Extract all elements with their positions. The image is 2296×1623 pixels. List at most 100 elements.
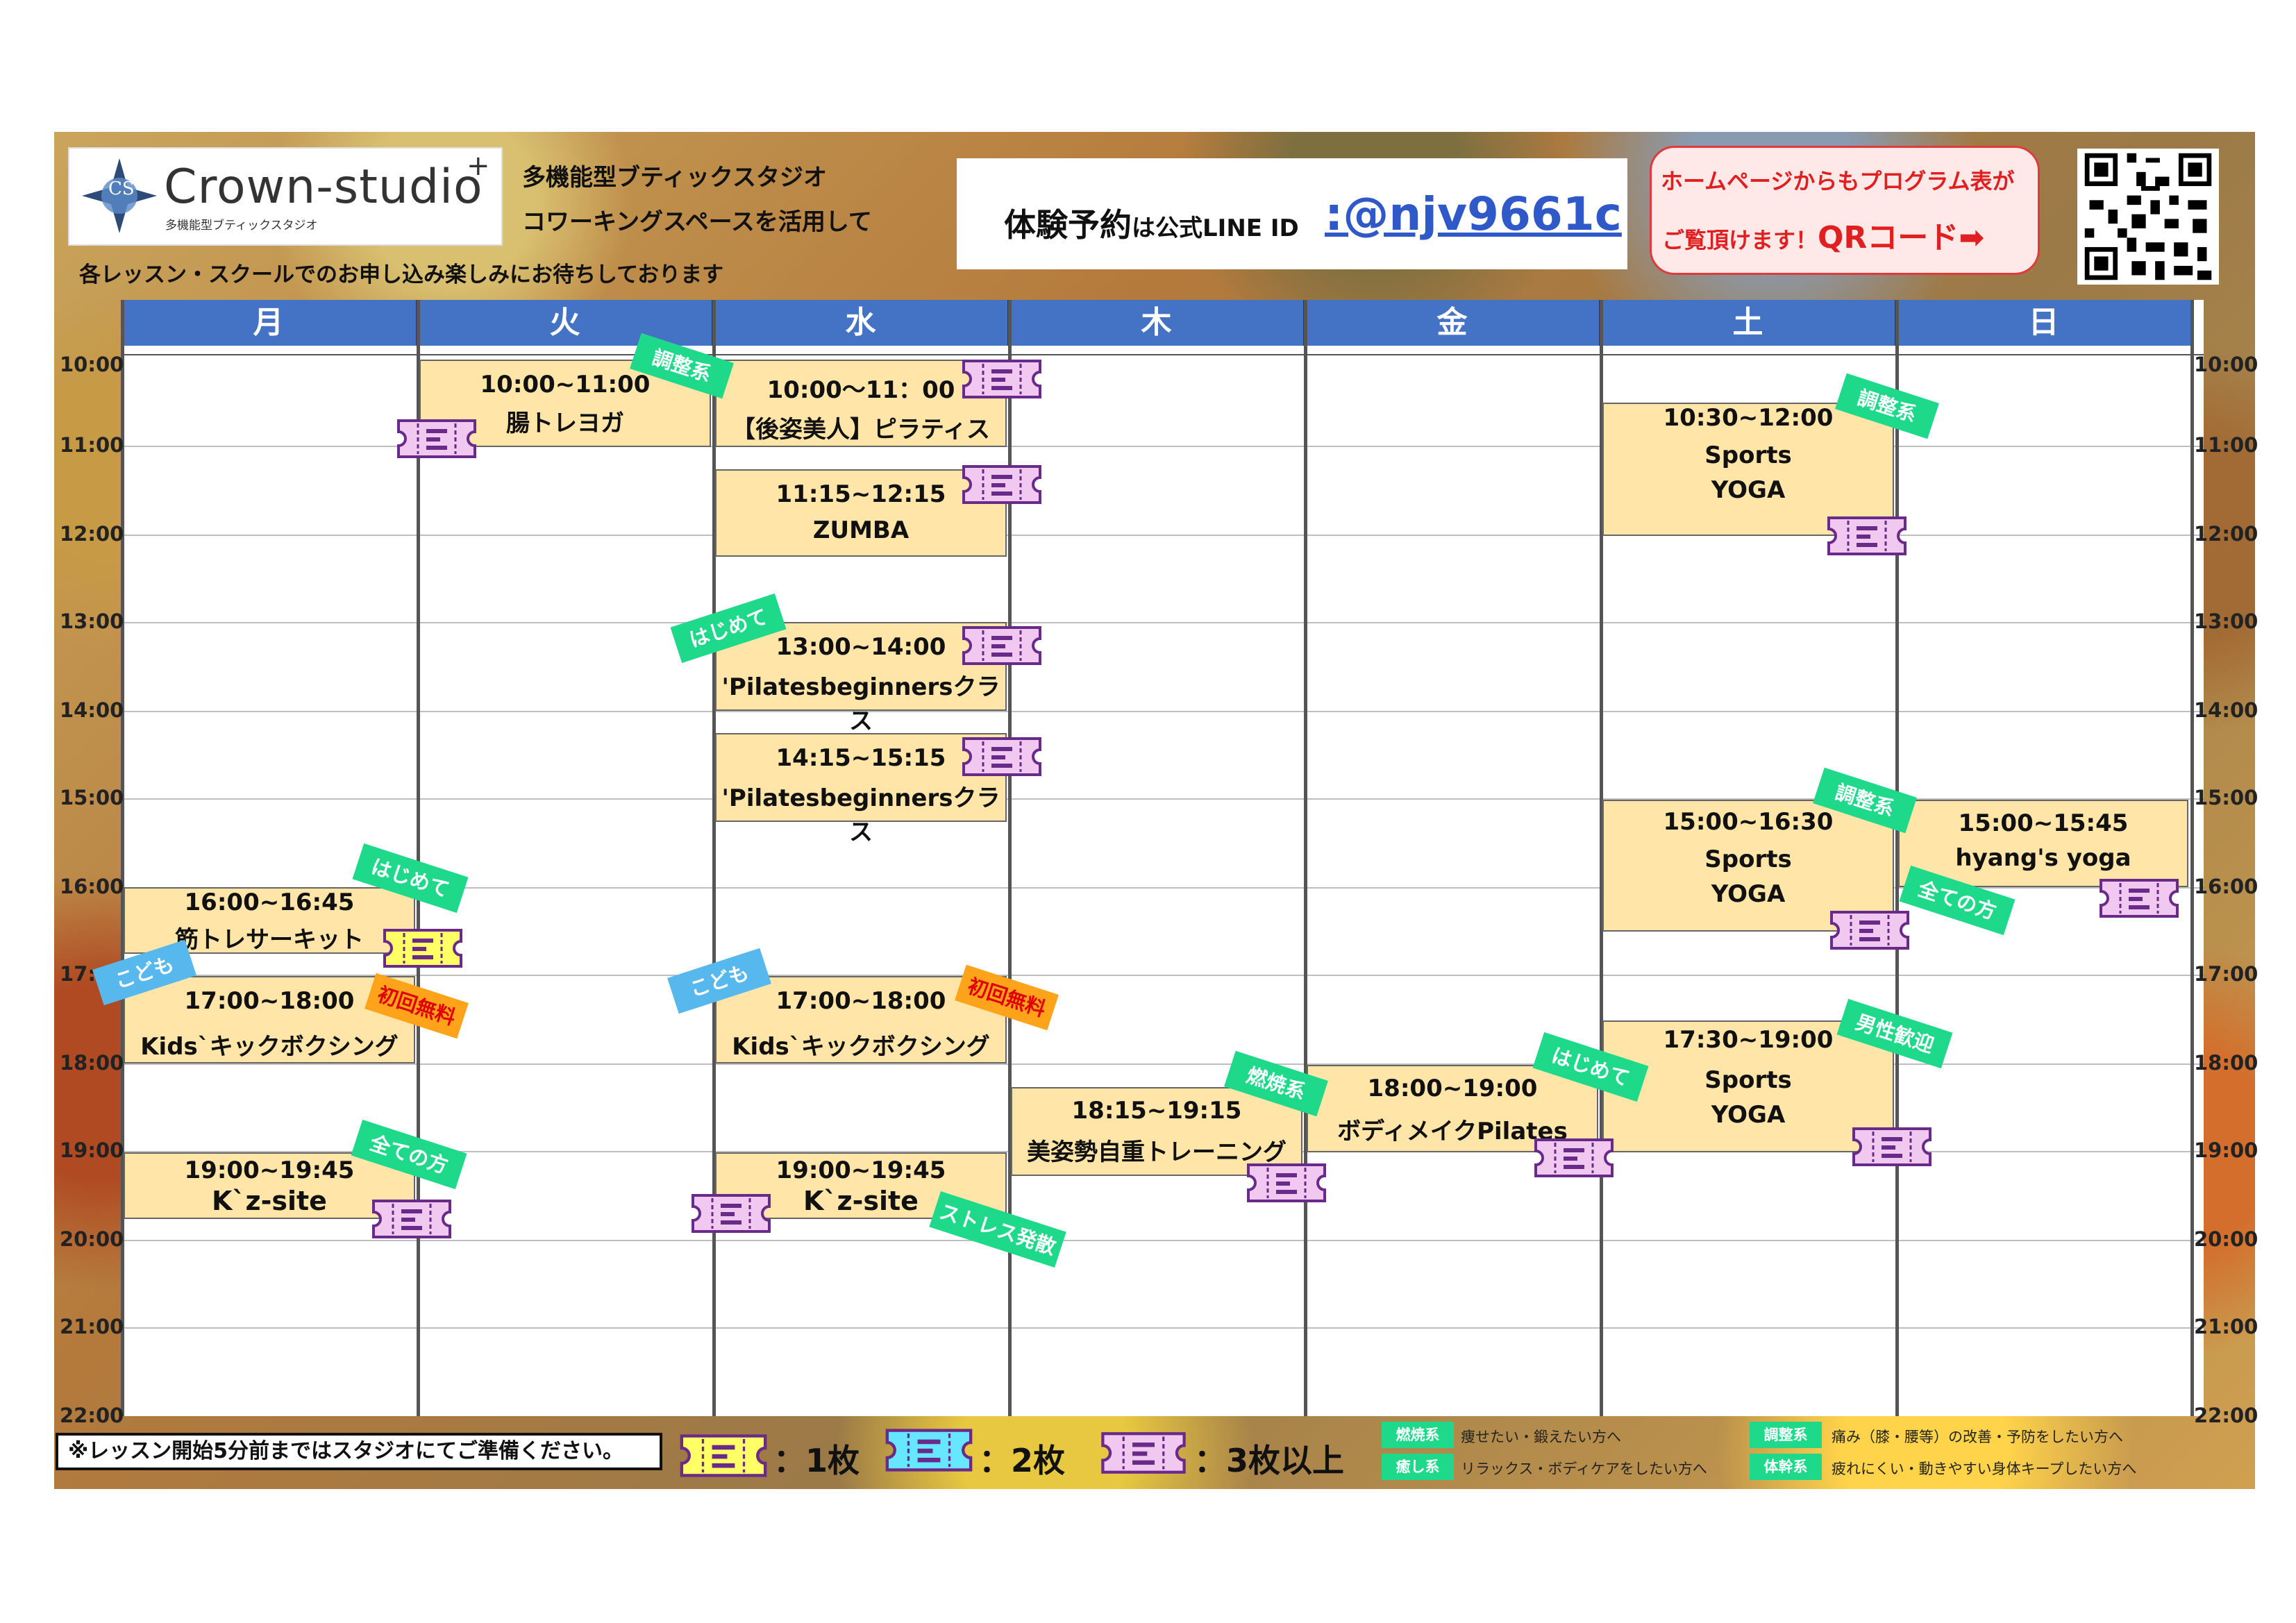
- time-label-left: 22:00: [60, 1404, 124, 1427]
- category-nensho-badge: 燃焼系: [1382, 1422, 1454, 1448]
- time-label-left: 21:00: [60, 1315, 124, 1338]
- category-iyashi-desc: リラックス・ボディケアをしたい方へ: [1461, 1461, 1707, 1477]
- logo-mark-text: CS: [108, 178, 135, 199]
- logo-subtitle: 多機能型ブティックスタジオ: [165, 219, 318, 233]
- arrow-right-icon: ➡: [1959, 220, 1985, 255]
- ticket-icon-3: [1244, 1161, 1329, 1205]
- ticket-icon-3: [960, 623, 1044, 668]
- homepage-line1: ホームページからもプログラム表が: [1661, 168, 2015, 194]
- legend-ticket1: ：1枚: [773, 1442, 860, 1479]
- line-id-link[interactable]: :@njv9661c: [1325, 187, 1622, 241]
- grid-line: [121, 711, 2204, 712]
- day-header-mon: 月: [121, 300, 418, 346]
- grid-line: [121, 354, 2204, 355]
- time-label-left: 13:00: [60, 609, 124, 633]
- ticket-icon-3: [960, 357, 1044, 401]
- event-name: Sports: [1704, 846, 1792, 873]
- ticket-icon-1: [676, 1431, 771, 1480]
- event-time: 16:00~16:45: [184, 889, 355, 916]
- homepage-line2a: ご覧頂けます！: [1662, 227, 1818, 253]
- category-chosei-desc: 痛み（膝・腰等）の改善・予防をしたい方へ: [1832, 1429, 2123, 1445]
- day-header-sat: 土: [1601, 300, 1897, 346]
- line-label-b: は公式LINE ID: [1132, 215, 1299, 242]
- grid-line: [121, 1327, 2204, 1329]
- ticket-icon-3: [1098, 1429, 1189, 1477]
- time-label-right: 17:00: [2194, 962, 2259, 986]
- time-label-left: 18:00: [60, 1051, 124, 1075]
- time-label-right: 20:00: [2194, 1227, 2259, 1251]
- time-label-right: 12:00: [2194, 522, 2259, 546]
- time-label-right: 15:00: [2194, 786, 2259, 809]
- ticket-icon-3: [1825, 514, 1909, 558]
- time-label-left: 19:00: [60, 1138, 124, 1162]
- time-label-left: 17:: [60, 962, 96, 986]
- line-label: 体験予約は公式LINE ID: [1004, 200, 1299, 246]
- ticket-icon-3: [960, 734, 1044, 779]
- time-label-left: 20:00: [60, 1227, 124, 1251]
- legend-ticket2: ：2枚: [979, 1442, 1066, 1479]
- grid-col-line: [417, 300, 420, 1416]
- sub-tagline: 各レッスン・スクールでのお申し込み楽しみにお待ちしております: [79, 262, 724, 287]
- day-header-thu: 木: [1009, 300, 1305, 346]
- ticket-icon-3: [2097, 876, 2181, 920]
- time-label-right: 10:00: [2194, 353, 2259, 376]
- ticket-icon-3: [960, 462, 1044, 507]
- event-name: ZUMBA: [812, 516, 910, 544]
- event-time: 18:00~19:00: [1367, 1075, 1538, 1102]
- category-iyashi-badge: 癒し系: [1382, 1454, 1454, 1480]
- time-label-right: 11:00: [2194, 433, 2259, 457]
- event-name: 'Pilatesbeginnersクラス: [721, 673, 1000, 735]
- qr-code[interactable]: [2077, 149, 2219, 285]
- grid-line: [121, 622, 2204, 623]
- category-taikan-badge: 体幹系: [1750, 1454, 1822, 1480]
- grid-col-line: [712, 300, 716, 1416]
- event-name-2: YOGA: [1711, 476, 1786, 504]
- time-label-right: 22:00: [2194, 1404, 2259, 1427]
- homepage-qr-label: QRコード: [1818, 220, 1959, 255]
- grid-line: [121, 975, 2204, 976]
- event-time: 18:15~19:15: [1071, 1097, 1242, 1125]
- ticket-icon-3: [1827, 908, 1912, 952]
- logo-title: Crown-studio: [164, 160, 483, 215]
- event-name: 'Pilatesbeginnersクラス: [721, 784, 1000, 846]
- ticket-icon-3: [1850, 1125, 1934, 1169]
- ticket-icon-1: [380, 926, 465, 970]
- category-taikan-desc: 疲れにくい・動きやすい身体キープしたい方へ: [1832, 1461, 2137, 1477]
- event-name: Kids`キックボクシング: [140, 1033, 399, 1061]
- grid-col-line: [1304, 300, 1307, 1416]
- event-name: 【後姿美人】ピラティス: [732, 416, 990, 444]
- time-label-right: 21:00: [2194, 1315, 2259, 1338]
- ticket-icon-3: [689, 1191, 773, 1236]
- category-nensho-desc: 痩せたい・鍛えたい方へ: [1461, 1429, 1621, 1445]
- event-block[interactable]: 15:00~15:45 hyang's yoga: [1898, 800, 2188, 887]
- event-name-2: YOGA: [1711, 880, 1786, 908]
- crown-logo-icon: CS: [82, 158, 157, 233]
- event-block[interactable]: 16:00~16:45 筋トレサーキット: [124, 887, 415, 954]
- event-time: 15:00~15:45: [1958, 809, 2129, 837]
- event-name: Sports: [1704, 442, 1792, 469]
- time-label-left: 11:00: [60, 433, 124, 457]
- legend-ticket3: ：3枚以上: [1194, 1442, 1345, 1479]
- event-time: 19:00~19:45: [776, 1157, 946, 1184]
- time-label-right: 19:00: [2194, 1138, 2259, 1162]
- event-name: hyang's yoga: [1955, 844, 2131, 872]
- ticket-icon-3: [1532, 1136, 1616, 1180]
- time-label-left: 16:00: [60, 875, 124, 898]
- footer-note: ※レッスン開始5分前まではスタジオにてご準備ください。: [56, 1433, 662, 1470]
- time-label-right: 14:00: [2194, 698, 2259, 722]
- tagline-1: 多機能型ブティックスタジオ: [522, 164, 827, 192]
- time-label-right: 16:00: [2194, 875, 2259, 898]
- time-label-left: 12:00: [60, 522, 124, 546]
- ticket-icon-2: [882, 1426, 976, 1474]
- day-header-fri: 金: [1305, 300, 1601, 346]
- ticket-icon-3: [369, 1197, 454, 1241]
- day-header-tue: 火: [418, 300, 714, 346]
- day-header-wed: 水: [714, 300, 1009, 346]
- time-label-right: 18:00: [2194, 1051, 2259, 1075]
- time-label-left: 15:00: [60, 786, 124, 809]
- time-label-left: 14:00: [60, 698, 124, 722]
- time-label-right: 13:00: [2194, 609, 2259, 633]
- logo-plus: +: [467, 150, 490, 182]
- homepage-line2: ご覧頂けます！QRコード➡: [1662, 212, 1984, 257]
- tagline-2: コワーキングスペースを活用して: [522, 208, 872, 236]
